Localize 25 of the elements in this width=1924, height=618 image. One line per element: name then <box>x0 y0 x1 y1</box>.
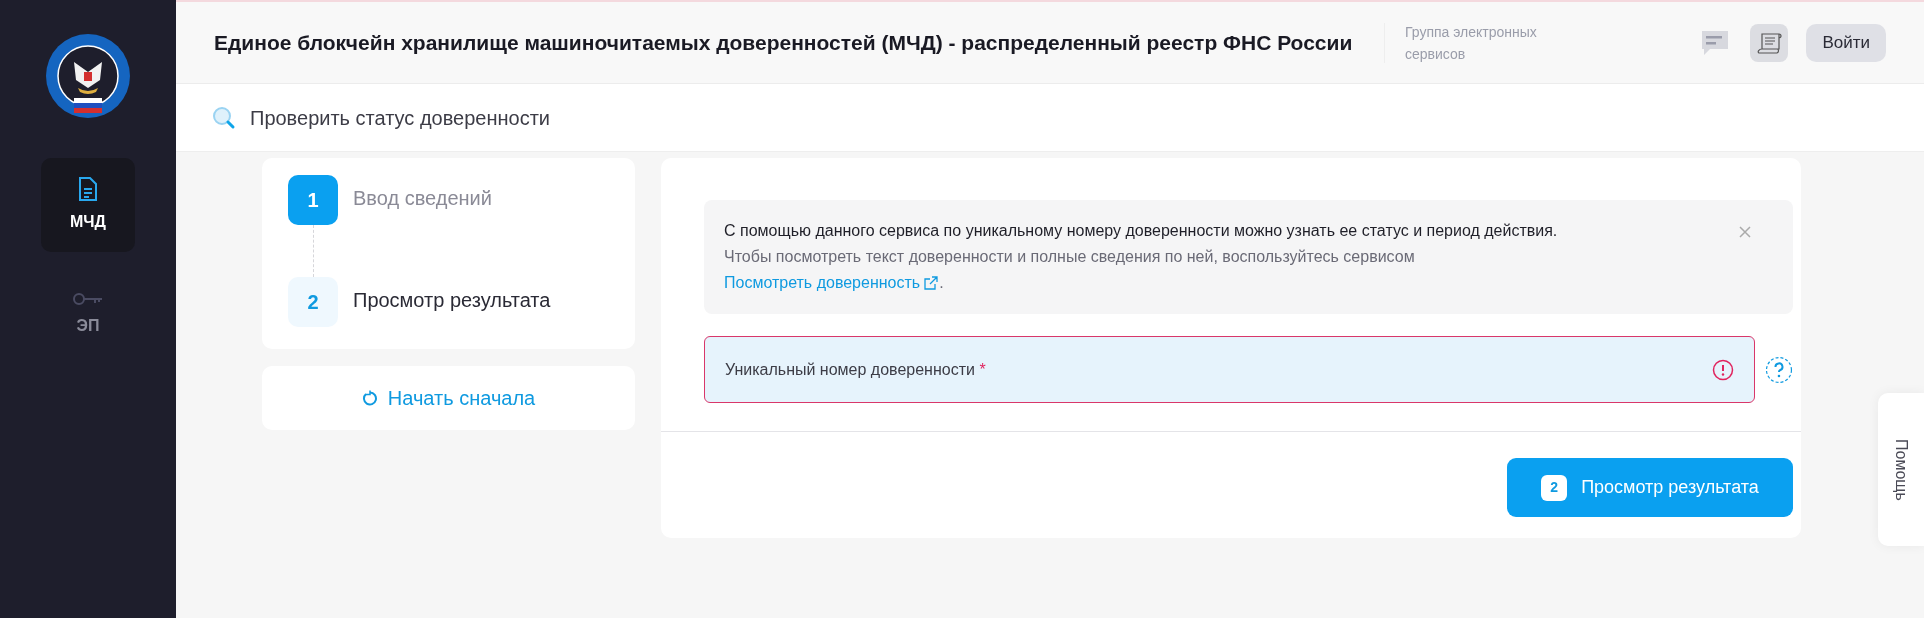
step-number: 2 <box>288 277 338 327</box>
key-icon <box>73 292 103 306</box>
page-subtitle: Проверить статус доверенности <box>250 105 551 131</box>
group-label: Группа электронных сервисов <box>1405 22 1538 64</box>
period-text: . <box>939 273 944 293</box>
search-icon <box>212 105 236 130</box>
refresh-icon <box>361 390 378 406</box>
info-hint: Чтобы посмотреть текст доверенности и полные сведения по ней, воспользуйтесь сервисом <box>724 248 1415 265</box>
number-input-field[interactable]: Уникальный номер доверенности * <box>704 336 1756 403</box>
document-icon <box>78 176 98 202</box>
help-icon[interactable] <box>1765 355 1793 384</box>
chat-icon[interactable] <box>1700 28 1731 57</box>
error-icon <box>1712 358 1735 381</box>
help-tab[interactable]: Помощь <box>1878 393 1924 546</box>
external-link-icon <box>923 275 940 291</box>
close-icon[interactable] <box>1739 226 1751 238</box>
step-label: Просмотр результата <box>353 288 551 313</box>
site-title: Единое блокчейн хранилище машиночитаемых доверенностей (МЧД) - распределенный реестр ФНС России <box>214 30 1354 56</box>
sidebar-item[interactable]: ЭП <box>41 268 135 362</box>
info-text: С помощью данного сервиса по уникальному номеру доверенности можно узнать ее статус и период действия. <box>724 221 1559 241</box>
scroll-icon[interactable] <box>1750 23 1789 62</box>
step-number: 1 <box>288 175 338 225</box>
sidebar-item[interactable]: МЧД <box>41 158 135 252</box>
login-button[interactable]: Войти <box>1806 23 1886 62</box>
step-label: Ввод сведений <box>353 186 492 211</box>
